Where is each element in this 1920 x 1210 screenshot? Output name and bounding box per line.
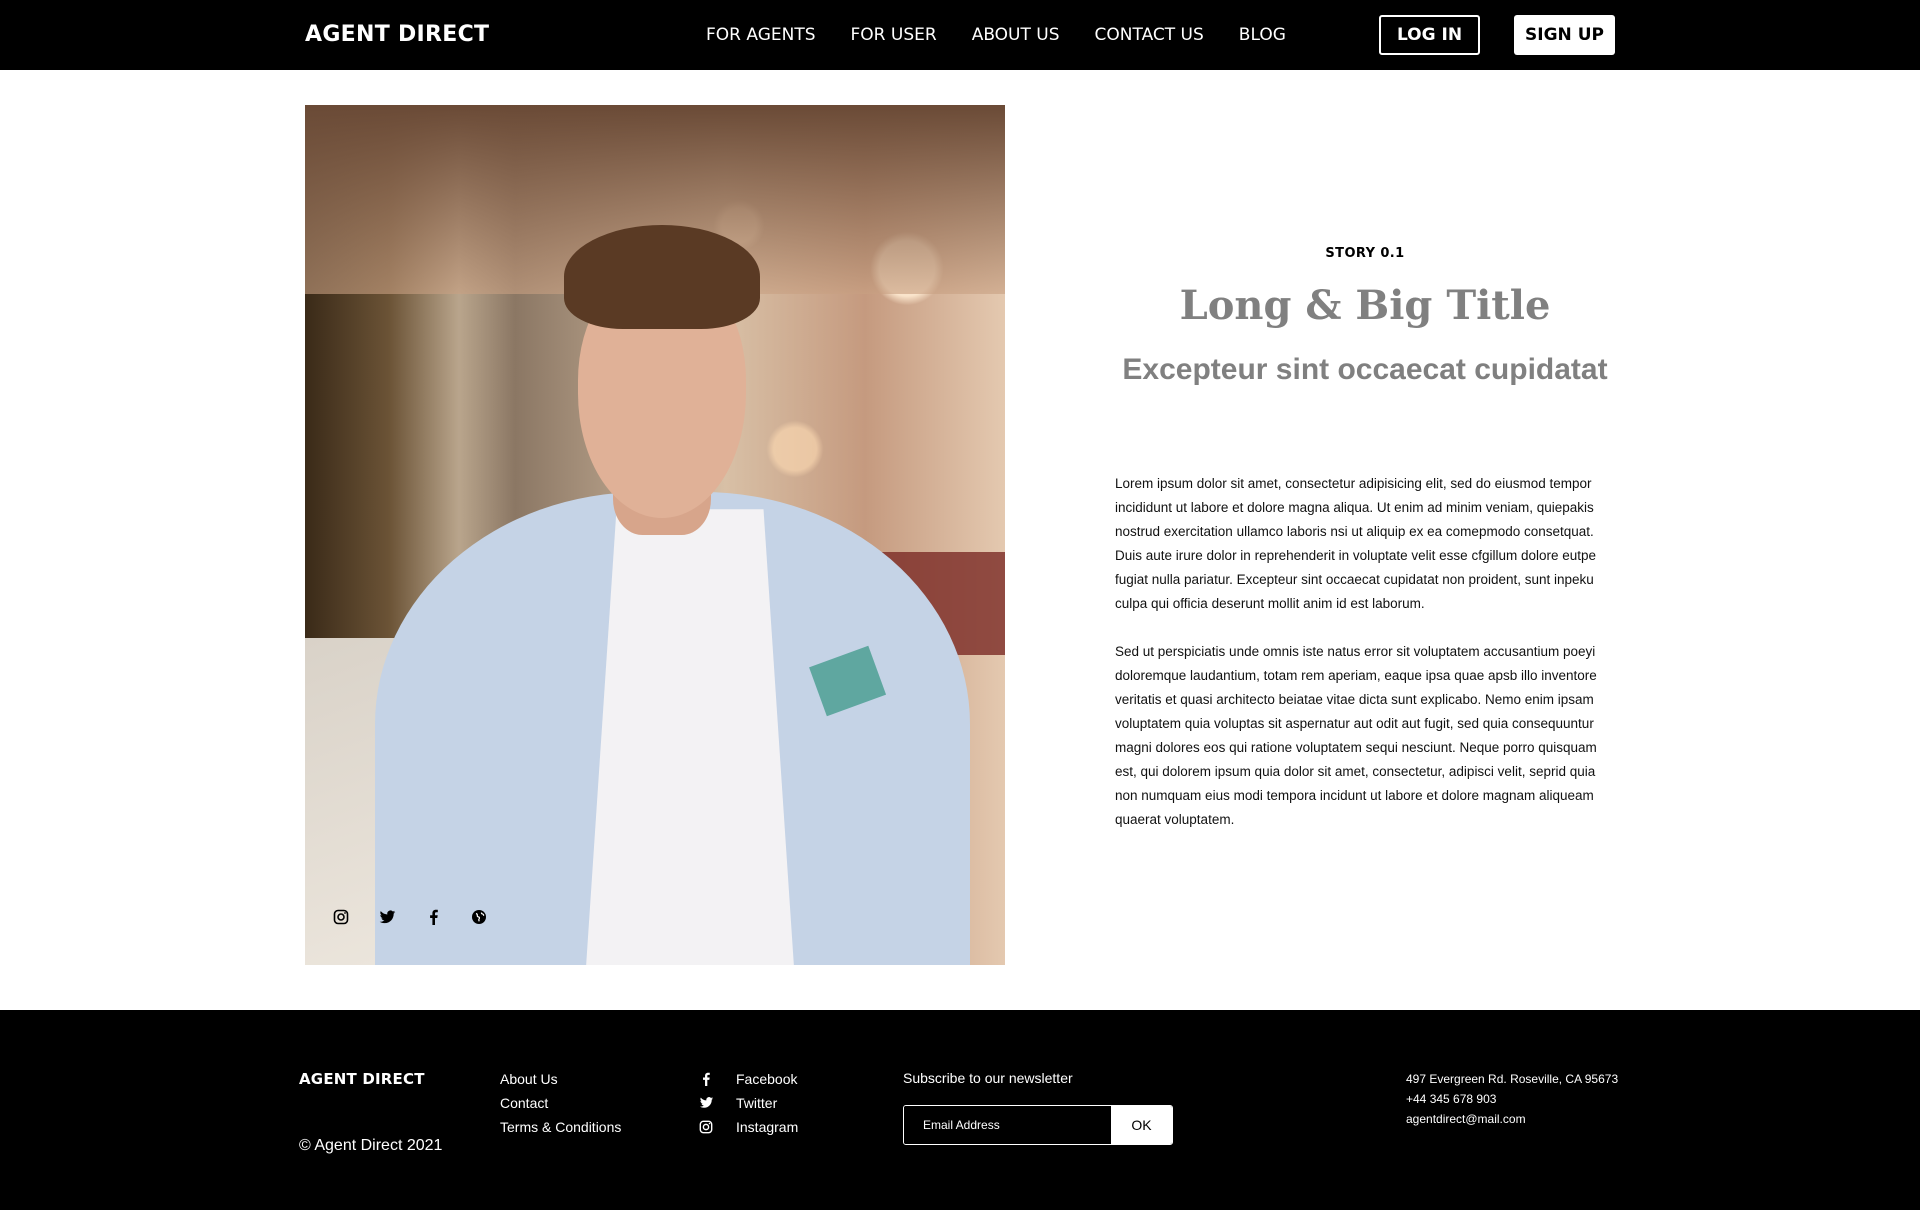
agent-portrait-photo — [305, 105, 1005, 965]
footer-link-terms[interactable]: Terms & Conditions — [500, 1115, 621, 1139]
footer-social-label: Facebook — [736, 1071, 798, 1087]
nav-links: FOR AGENTS FOR USER ABOUT US CONTACT US … — [706, 25, 1321, 45]
photo-hair — [564, 225, 760, 329]
twitter-icon[interactable] — [376, 906, 398, 928]
footer-contact-info: 497 Evergreen Rd. Roseville, CA 95673 +4… — [1406, 1069, 1618, 1129]
top-navbar: AGENT DIRECT FOR AGENTS FOR USER ABOUT U… — [0, 0, 1920, 70]
instagram-icon — [698, 1119, 714, 1135]
instagram-icon[interactable] — [330, 906, 352, 928]
story-subtitle: Excepteur sint occaecat cupidatat — [1122, 353, 1608, 386]
footer-links: About Us Contact Terms & Conditions — [500, 1067, 621, 1139]
footer-social-twitter[interactable]: Twitter — [698, 1091, 798, 1115]
nav-link-blog[interactable]: BLOG — [1239, 25, 1286, 45]
story-body: Lorem ipsum dolor sit amet, consectetur … — [1115, 472, 1615, 832]
footer-link-about-us[interactable]: About Us — [500, 1067, 621, 1091]
footer-social-label: Instagram — [736, 1119, 799, 1135]
newsletter-submit-button[interactable]: OK — [1111, 1106, 1172, 1144]
brand-logo[interactable]: AGENT DIRECT — [305, 22, 489, 47]
footer-address: 497 Evergreen Rd. Roseville, CA 95673 — [1406, 1072, 1619, 1086]
login-button[interactable]: LOG IN — [1379, 15, 1480, 55]
story-paragraph: Sed ut perspiciatis unde omnis iste natu… — [1115, 644, 1597, 827]
footer-brand[interactable]: AGENT DIRECT — [299, 1070, 425, 1088]
photo-shirt — [585, 509, 795, 965]
twitter-icon — [698, 1095, 714, 1111]
nav-link-for-agents[interactable]: FOR AGENTS — [706, 25, 816, 45]
footer-social-label: Twitter — [736, 1095, 778, 1111]
signup-button[interactable]: SIGN UP — [1514, 15, 1615, 55]
globe-icon[interactable] — [468, 906, 490, 928]
footer-copyright: © Agent Direct 2021 — [299, 1137, 443, 1154]
story-title: Long & Big Title — [1179, 282, 1551, 329]
newsletter-label: Subscribe to our newsletter — [903, 1070, 1073, 1086]
facebook-icon[interactable] — [422, 906, 444, 928]
nav-link-about-us[interactable]: ABOUT US — [972, 25, 1060, 45]
story-kicker: STORY 0.1 — [1325, 246, 1405, 261]
nav-link-for-user[interactable]: FOR USER — [851, 25, 937, 45]
footer-phone: +44 345 678 903 — [1406, 1092, 1497, 1106]
story-paragraph: Lorem ipsum dolor sit amet, consectetur … — [1115, 476, 1597, 611]
newsletter-form: OK — [903, 1105, 1173, 1145]
photo-social-links — [330, 906, 490, 928]
site-footer: AGENT DIRECT © Agent Direct 2021 About U… — [0, 1010, 1920, 1210]
footer-email[interactable]: agentdirect@mail.com — [1406, 1109, 1618, 1129]
footer-social-instagram[interactable]: Instagram — [698, 1115, 798, 1139]
facebook-icon — [698, 1071, 714, 1087]
nav-link-contact-us[interactable]: CONTACT US — [1095, 25, 1204, 45]
footer-link-contact[interactable]: Contact — [500, 1091, 621, 1115]
newsletter-email-input[interactable] — [904, 1106, 1111, 1144]
footer-social-facebook[interactable]: Facebook — [698, 1067, 798, 1091]
footer-social-links: Facebook Twitter Instagram — [698, 1067, 798, 1139]
